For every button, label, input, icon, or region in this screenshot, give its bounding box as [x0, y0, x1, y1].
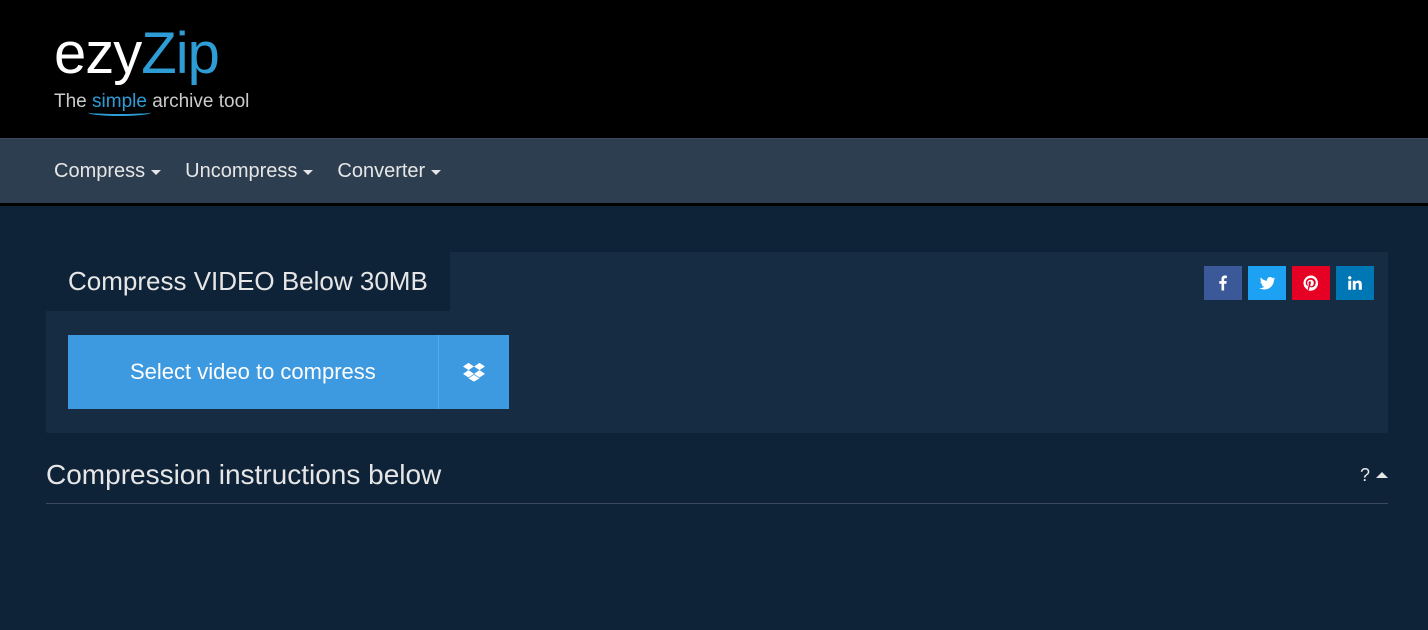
logo-text-zip: Zip [141, 25, 219, 83]
twitter-button[interactable] [1248, 266, 1286, 300]
pinterest-icon [1302, 274, 1320, 292]
social-row [1204, 252, 1388, 300]
select-row: Select video to compress [68, 335, 1366, 409]
logo[interactable]: ezyZip [54, 25, 1428, 83]
caret-down-icon [431, 170, 441, 175]
tagline-suffix: archive tool [147, 91, 249, 112]
tagline: The simple archive tool [54, 91, 1428, 113]
pinterest-button[interactable] [1292, 266, 1330, 300]
tagline-highlight: simple [92, 91, 147, 113]
dropbox-button[interactable] [438, 335, 509, 409]
nav-item-compress[interactable]: Compress [54, 160, 161, 183]
caret-down-icon [303, 170, 313, 175]
nav-label: Uncompress [185, 160, 297, 183]
nav-item-converter[interactable]: Converter [337, 160, 441, 183]
instructions-title: Compression instructions below [46, 459, 441, 491]
linkedin-icon [1346, 274, 1364, 292]
nav-bar: Compress Uncompress Converter [0, 138, 1428, 206]
caret-up-icon [1376, 472, 1388, 478]
nav-label: Compress [54, 160, 145, 183]
facebook-button[interactable] [1204, 266, 1242, 300]
linkedin-button[interactable] [1336, 266, 1374, 300]
content: Compress VIDEO Below 30MB Select video [0, 206, 1428, 504]
help-toggle[interactable]: ? [1360, 465, 1388, 486]
nav-item-uncompress[interactable]: Uncompress [185, 160, 313, 183]
nav-label: Converter [337, 160, 425, 183]
panel-tab[interactable]: Compress VIDEO Below 30MB [46, 252, 450, 311]
instructions-row: Compression instructions below ? [46, 459, 1388, 504]
tab-title: Compress VIDEO Below 30MB [68, 266, 428, 296]
dropbox-icon [463, 361, 485, 383]
select-video-button[interactable]: Select video to compress [68, 335, 438, 409]
top-header: ezyZip The simple archive tool [0, 0, 1428, 138]
twitter-icon [1258, 274, 1276, 292]
tagline-prefix: The [54, 91, 92, 112]
panel-body: Select video to compress [46, 311, 1388, 433]
main-panel: Compress VIDEO Below 30MB Select video [46, 252, 1388, 433]
facebook-icon [1214, 274, 1232, 292]
caret-down-icon [151, 170, 161, 175]
help-label: ? [1360, 465, 1370, 486]
logo-text-ezy: ezy [54, 25, 141, 83]
panel-header: Compress VIDEO Below 30MB [46, 252, 1388, 311]
